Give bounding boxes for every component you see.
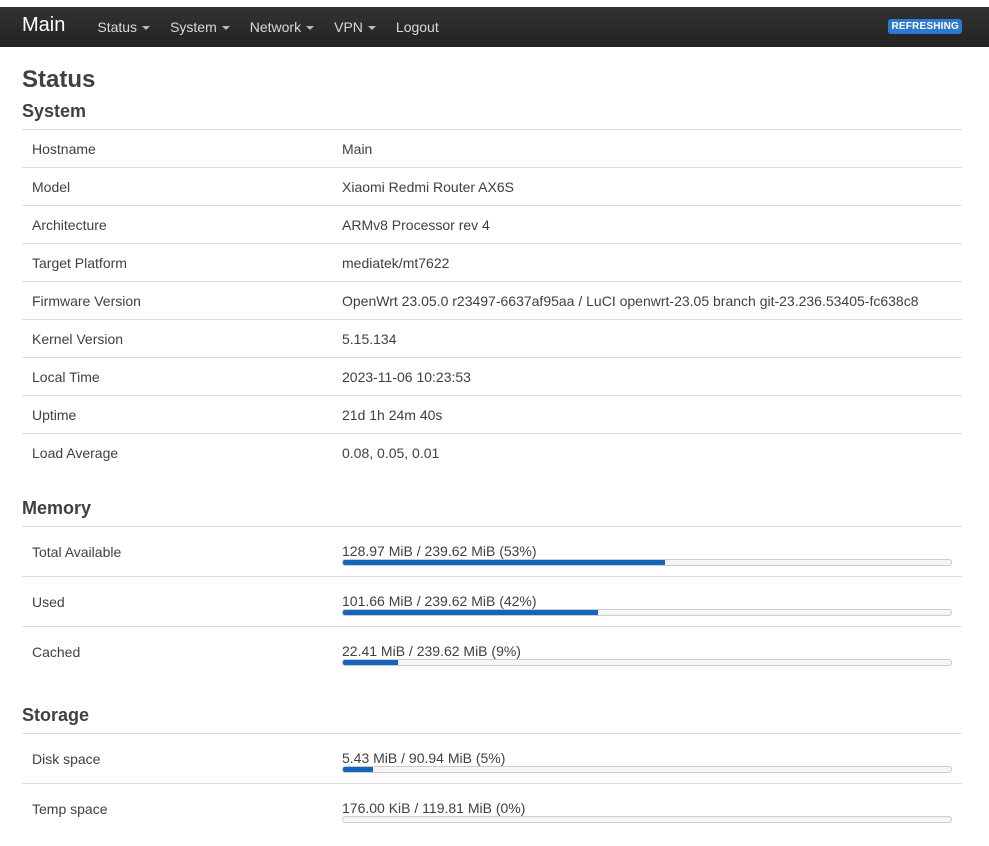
nav-menu-vpn-label: VPN: [334, 19, 363, 35]
system-section-title: System: [22, 101, 962, 130]
table-row: Temp space 176.00 KiB / 119.81 MiB (0%): [22, 784, 962, 834]
progress-track: [342, 765, 952, 773]
table-row: Architecture ARMv8 Processor rev 4: [22, 206, 962, 244]
system-section: System Hostname Main Model Xiaomi Redmi …: [22, 101, 962, 472]
progress-bar: 101.66 MiB / 239.62 MiB (42%): [342, 594, 952, 616]
progress-fill: [343, 660, 398, 665]
navbar: Main Status System Network VPN Logout RE…: [0, 7, 989, 47]
row-value: Xiaomi Redmi Router AX6S: [342, 178, 514, 195]
progress-text: 5.43 MiB / 90.94 MiB (5%): [342, 749, 506, 766]
table-row: Uptime 21d 1h 24m 40s: [22, 396, 962, 434]
row-label: Model: [32, 178, 71, 195]
progress-track: [342, 659, 952, 666]
caret-down-icon: [306, 26, 315, 30]
main-content: Status System Hostname Main Model Xiaomi…: [0, 67, 989, 834]
progress-bar: 22.41 MiB / 239.62 MiB (9%): [342, 644, 952, 666]
progress-track: [342, 558, 952, 566]
caret-down-icon: [221, 26, 230, 30]
row-label: Temp space: [32, 801, 108, 817]
nav-menu-status-label: Status: [97, 19, 138, 35]
row-label: Cached: [32, 644, 81, 660]
nav-menu-status[interactable]: Status: [87, 7, 160, 47]
row-label: Firmware Version: [32, 292, 141, 309]
progress-fill: [343, 559, 666, 565]
row-label: Disk space: [32, 750, 101, 767]
nav-menu-network[interactable]: Network: [240, 7, 324, 47]
row-label: Local Time: [32, 368, 100, 385]
nav-menu-system-label: System: [170, 19, 217, 35]
brand-link[interactable]: Main: [22, 14, 65, 37]
storage-section: Storage Disk space 5.43 MiB / 90.94 MiB …: [22, 705, 962, 834]
progress-fill: [343, 766, 374, 772]
storage-section-title: Storage: [22, 705, 962, 734]
row-label: Load Average: [32, 445, 119, 461]
table-row: Load Average 0.08, 0.05, 0.01: [22, 434, 962, 472]
row-label: Kernel Version: [32, 330, 124, 347]
row-value: Main: [342, 140, 373, 157]
table-row: Cached 22.41 MiB / 239.62 MiB (9%): [22, 627, 962, 677]
progress-bar: 128.97 MiB / 239.62 MiB (53%): [342, 544, 952, 566]
row-value: mediatek/mt7622: [342, 254, 450, 271]
progress-text: 128.97 MiB / 239.62 MiB (53%): [342, 542, 537, 559]
refreshing-badge[interactable]: REFRESHING: [888, 19, 962, 34]
progress-bar: 176.00 KiB / 119.81 MiB (0%): [342, 801, 952, 823]
table-row: Local Time 2023-11-06 10:23:53: [22, 358, 962, 396]
progress-track: [342, 816, 952, 823]
table-row: Hostname Main: [22, 130, 962, 168]
nav-logout-label: Logout: [395, 19, 439, 35]
row-value: 21d 1h 24m 40s: [342, 406, 443, 423]
row-label: Total Available: [32, 543, 122, 560]
row-label: Uptime: [32, 406, 77, 423]
memory-section: Memory Total Available 128.97 MiB / 239.…: [22, 498, 962, 677]
table-row: Model Xiaomi Redmi Router AX6S: [22, 168, 962, 206]
row-value: OpenWrt 23.05.0 r23497-6637af95aa / LuCI…: [342, 292, 919, 309]
table-row: Total Available 128.97 MiB / 239.62 MiB …: [22, 527, 962, 577]
row-label: Target Platform: [32, 254, 127, 271]
caret-down-icon: [367, 26, 376, 30]
table-row: Target Platform mediatek/mt7622: [22, 244, 962, 282]
row-label: Architecture: [32, 216, 107, 233]
top-strip: [0, 0, 989, 7]
table-row: Disk space 5.43 MiB / 90.94 MiB (5%): [22, 734, 962, 784]
nav-menu-vpn[interactable]: VPN: [324, 7, 386, 47]
nav-menu-system[interactable]: System: [160, 7, 240, 47]
row-label: Hostname: [32, 140, 96, 157]
progress-text: 176.00 KiB / 119.81 MiB (0%): [342, 800, 526, 816]
table-row: Kernel Version 5.15.134: [22, 320, 962, 358]
row-value: 2023-11-06 10:23:53: [342, 368, 471, 385]
progress-fill: [343, 609, 599, 615]
row-value: 5.15.134: [342, 330, 397, 347]
nav-menu-network-label: Network: [249, 19, 302, 35]
row-value: ARMv8 Processor rev 4: [342, 216, 490, 233]
row-label: Used: [32, 593, 65, 610]
progress-text: 101.66 MiB / 239.62 MiB (42%): [342, 592, 537, 609]
progress-text: 22.41 MiB / 239.62 MiB (9%): [342, 643, 521, 659]
page-title: Status: [22, 66, 96, 93]
table-row: Firmware Version OpenWrt 23.05.0 r23497-…: [22, 282, 962, 320]
progress-bar: 5.43 MiB / 90.94 MiB (5%): [342, 751, 952, 773]
nav-logout-link[interactable]: Logout: [386, 7, 449, 47]
row-value: 0.08, 0.05, 0.01: [342, 445, 440, 461]
table-row: Used 101.66 MiB / 239.62 MiB (42%): [22, 577, 962, 627]
memory-section-title: Memory: [22, 498, 962, 527]
caret-down-icon: [142, 26, 151, 30]
progress-track: [342, 608, 952, 616]
